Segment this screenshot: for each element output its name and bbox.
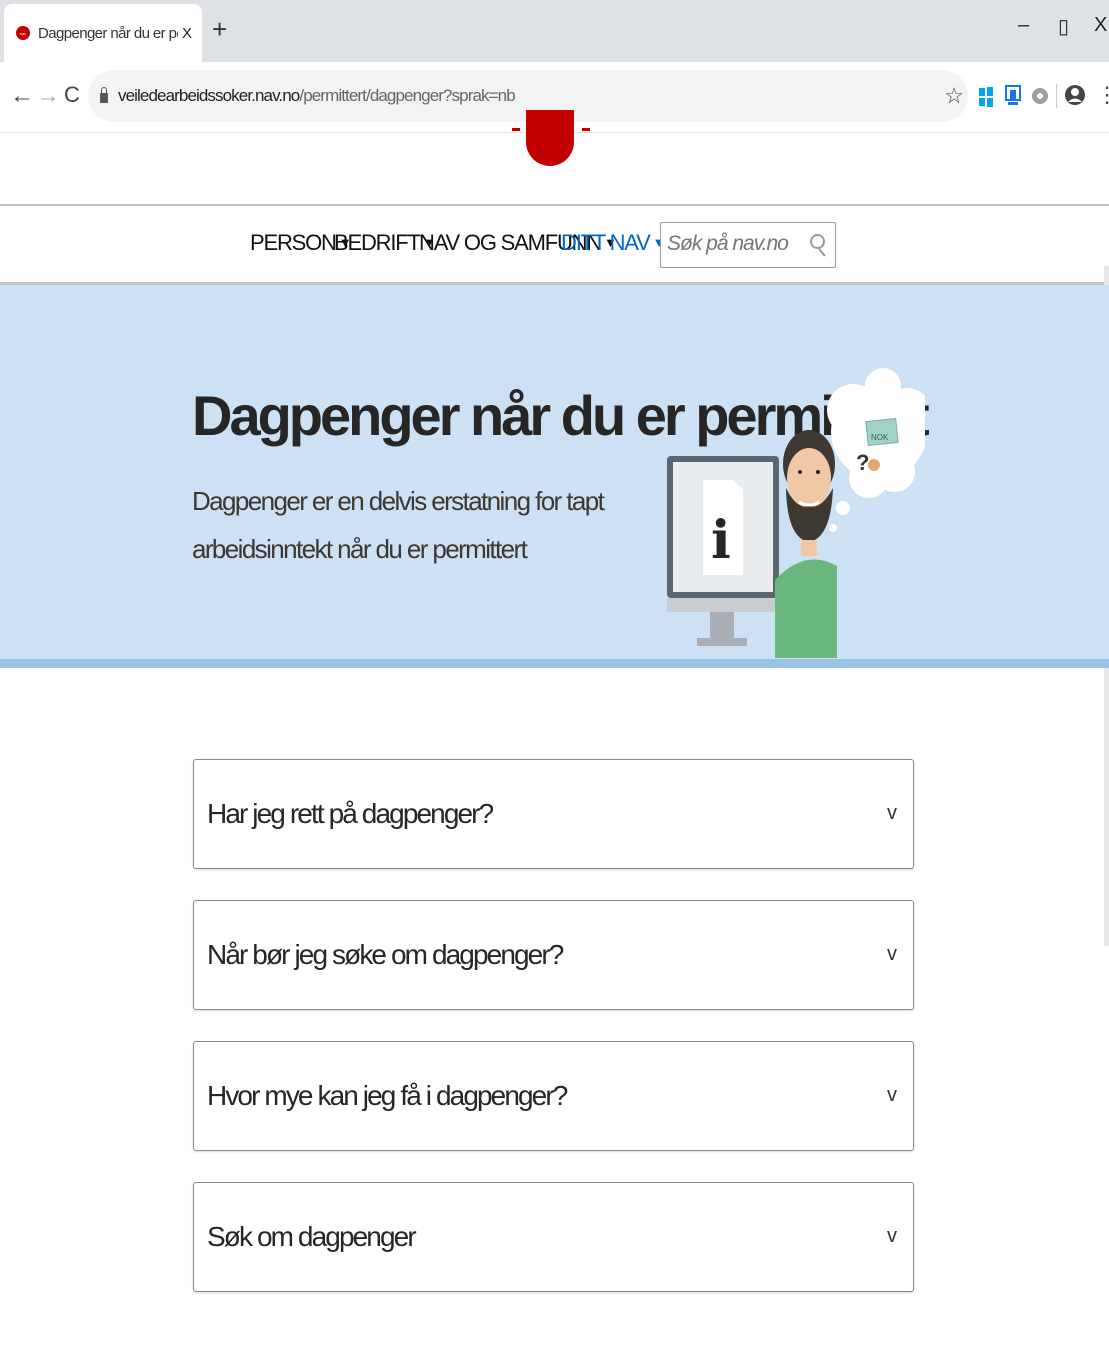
lock-icon bbox=[100, 87, 108, 103]
nav-item-ditt-nav[interactable]: DITT NAV ▼ bbox=[561, 230, 665, 256]
chevron-down-icon: v bbox=[887, 1225, 897, 1247]
new-tab-button[interactable]: + bbox=[212, 14, 227, 44]
monitor-icon: i bbox=[667, 456, 779, 646]
hero-bottom-border bbox=[0, 659, 1109, 668]
windows-extension-icon[interactable] bbox=[978, 86, 994, 108]
accordion-nar-bor-jeg-soke[interactable]: Når bør jeg søke om dagpenger? v bbox=[193, 900, 914, 1010]
tab-title: Dagpenger når du er permittert - NAV bbox=[38, 24, 178, 42]
accordion-hvor-mye[interactable]: Hvor mye kan jeg få i dagpenger? v bbox=[193, 1041, 914, 1151]
browser-tab-bar: nav Dagpenger når du er permittert - NAV… bbox=[0, 0, 1109, 62]
reload-icon[interactable]: C bbox=[64, 82, 80, 108]
thought-bubble-icon: NOK ? bbox=[827, 368, 925, 532]
search-icon[interactable] bbox=[810, 234, 825, 249]
logo-mark bbox=[582, 128, 590, 131]
url-domain: veiledearbeidssoker.nav.no bbox=[118, 86, 300, 105]
profile-avatar-icon[interactable] bbox=[1064, 82, 1086, 108]
window-minimize-button[interactable]: – bbox=[1018, 14, 1029, 37]
url-path: /permittert/dagpenger?sprak=nb bbox=[299, 86, 515, 105]
accordion-label: Har jeg rett på dagpenger? bbox=[207, 798, 494, 829]
toolbar-divider bbox=[1056, 84, 1057, 108]
nav-logo[interactable] bbox=[526, 110, 574, 166]
nav-item-label: DITT NAV bbox=[561, 230, 651, 255]
site-search bbox=[660, 222, 836, 268]
forward-icon[interactable]: → bbox=[36, 82, 60, 110]
accordion-label: Når bør jeg søke om dagpenger? bbox=[207, 939, 564, 970]
logo-mark bbox=[512, 128, 520, 131]
chevron-down-icon: v bbox=[887, 1084, 897, 1106]
accordion-har-jeg-rett[interactable]: Har jeg rett på dagpenger? v bbox=[193, 759, 914, 869]
svg-text:i: i bbox=[711, 510, 731, 571]
svg-text:NOK: NOK bbox=[871, 433, 889, 442]
accordion-sok-om-dagpenger[interactable]: Søk om dagpenger v bbox=[193, 1182, 914, 1292]
settings-extension-icon[interactable] bbox=[1030, 86, 1050, 106]
page-lead: Dagpenger er en delvis erstatning for ta… bbox=[192, 486, 605, 564]
person-at-computer-illustration: NOK ? i bbox=[667, 368, 925, 658]
browser-menu-icon[interactable]: ⋮ bbox=[1096, 82, 1109, 108]
tab-close-icon[interactable]: X bbox=[182, 25, 192, 42]
window-restore-button[interactable]: ▯ bbox=[1058, 14, 1069, 39]
main-navigation: PERSON ▼ BEDRIFT ▼ NAV OG SAMFUNN ▼ DITT NA… bbox=[0, 206, 1109, 282]
accordion-label: Søk om dagpenger bbox=[207, 1221, 417, 1252]
nav-item-label: BEDRIFT bbox=[334, 230, 421, 255]
nav-item-label: PERSON bbox=[250, 230, 337, 255]
accordion-label: Hvor mye kan jeg få i dagpenger? bbox=[207, 1080, 568, 1111]
back-icon[interactable]: ← bbox=[10, 82, 34, 110]
chevron-down-icon: v bbox=[887, 943, 897, 965]
chevron-down-icon: v bbox=[887, 802, 897, 824]
nav-favicon-icon: nav bbox=[16, 26, 30, 40]
bookmark-star-icon[interactable]: ☆ bbox=[944, 83, 964, 109]
remote-extension-icon[interactable] bbox=[1004, 84, 1022, 108]
search-input[interactable] bbox=[665, 223, 809, 265]
browser-tab[interactable]: nav Dagpenger når du er permittert - NAV… bbox=[4, 4, 202, 62]
svg-text:?: ? bbox=[856, 450, 869, 475]
hero-banner bbox=[0, 285, 1109, 659]
window-close-button[interactable]: X bbox=[1094, 14, 1107, 37]
url-text: veiledearbeidssoker.nav.no/permittert/da… bbox=[118, 86, 516, 106]
person-icon bbox=[775, 430, 837, 658]
